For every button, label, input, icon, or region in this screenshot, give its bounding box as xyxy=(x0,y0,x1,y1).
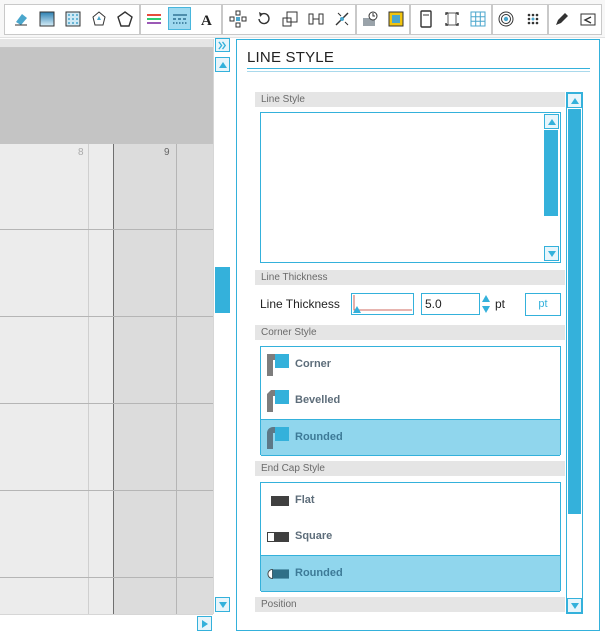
corner-bevel-icon xyxy=(267,390,289,412)
cap-option-flat[interactable]: Flat xyxy=(261,483,560,519)
toolbar-group-view xyxy=(410,4,492,35)
decrease-icon[interactable] xyxy=(482,306,490,313)
cap-option-square[interactable]: Square xyxy=(261,519,560,555)
line-thickness-slider[interactable] xyxy=(351,293,414,315)
canvas-horizontal-scrollbar[interactable] xyxy=(0,614,213,632)
option-label: Square xyxy=(295,530,333,542)
align-icon[interactable] xyxy=(304,7,327,30)
scroll-down-icon[interactable] xyxy=(567,598,582,613)
line-style-scroll-thumb[interactable] xyxy=(544,130,558,216)
section-header-line-style: Line Style xyxy=(255,92,565,107)
line-color-icon[interactable] xyxy=(142,7,165,30)
grid-icon[interactable] xyxy=(466,7,489,30)
panel-title: LINE STYLE xyxy=(247,49,335,66)
canvas-vertical-scrollbar[interactable] xyxy=(213,38,231,614)
line-thickness-label: Line Thickness xyxy=(260,297,340,311)
cap-round-icon xyxy=(267,568,289,580)
corner-option-corner[interactable]: Corner xyxy=(261,347,560,383)
slider-ramp xyxy=(353,295,412,313)
page-setup-icon[interactable] xyxy=(358,7,381,30)
shape-star-icon[interactable] xyxy=(87,7,110,30)
cap-flat-icon xyxy=(271,496,289,506)
corner-style-list: Corner Bevelled Rounded xyxy=(260,346,561,456)
end-cap-style-list: Flat Square Rounded xyxy=(260,482,561,592)
corner-round-icon xyxy=(267,427,289,449)
ruler-number: 8 xyxy=(78,147,84,158)
send-to-cutter-icon[interactable] xyxy=(576,7,599,30)
image-trace-icon[interactable] xyxy=(384,7,407,30)
gradient-fill-icon[interactable] xyxy=(35,7,58,30)
rotate-icon[interactable] xyxy=(252,7,275,30)
increase-icon[interactable] xyxy=(482,295,490,302)
thickness-unit-label: pt xyxy=(495,297,506,311)
corner-option-bevelled[interactable]: Bevelled xyxy=(261,383,560,419)
line-thickness-input[interactable]: 5.0 xyxy=(421,293,480,315)
corner-sharp-icon xyxy=(267,354,289,376)
line-style-panel: LINE STYLE Line Style Line Thickness Lin… xyxy=(236,39,600,631)
toolbar-group-fill xyxy=(4,4,140,35)
toolbar: A xyxy=(0,0,605,38)
option-label: Flat xyxy=(295,494,315,506)
cap-option-rounded[interactable]: Rounded xyxy=(261,555,560,592)
divider xyxy=(247,71,590,72)
text-style-icon[interactable]: A xyxy=(195,7,218,30)
scale-icon[interactable] xyxy=(278,7,301,30)
sketch-pen-icon[interactable] xyxy=(550,7,573,30)
section-header-position[interactable]: Position xyxy=(255,597,565,612)
scroll-down-icon[interactable] xyxy=(544,246,559,261)
unit-toggle-button[interactable]: pt xyxy=(525,293,561,316)
toolbar-group-line: A xyxy=(140,4,222,35)
panel-scrollbar[interactable] xyxy=(566,92,583,614)
scroll-down-icon[interactable] xyxy=(215,597,230,612)
page-frame-icon[interactable] xyxy=(440,7,463,30)
offset-icon[interactable] xyxy=(494,7,517,30)
collapse-panel-icon[interactable] xyxy=(215,38,230,52)
option-label: Rounded xyxy=(295,567,343,579)
cap-square-icon xyxy=(267,532,289,542)
corner-option-rounded[interactable]: Rounded xyxy=(261,419,560,456)
option-label: Bevelled xyxy=(295,394,341,406)
line-style-list[interactable] xyxy=(260,112,561,263)
design-canvas[interactable]: 8 9 xyxy=(0,39,213,614)
option-label: Corner xyxy=(295,358,332,370)
section-header-end-cap-style: End Cap Style xyxy=(255,461,565,476)
scroll-up-icon[interactable] xyxy=(544,114,559,129)
line-style-scrollbar[interactable] xyxy=(543,114,559,261)
line-style-icon[interactable] xyxy=(168,7,191,30)
cutting-mat-page xyxy=(0,144,114,614)
ruler-number: 9 xyxy=(164,147,170,158)
device-portrait-icon[interactable] xyxy=(414,7,437,30)
option-label: Rounded xyxy=(295,431,343,443)
scroll-up-icon[interactable] xyxy=(215,57,230,72)
scroll-right-icon[interactable] xyxy=(197,616,212,631)
toolbar-group-page xyxy=(356,4,410,35)
polygon-icon[interactable] xyxy=(113,7,136,30)
replicate-icon[interactable] xyxy=(226,7,249,30)
toolbar-group-effects xyxy=(492,4,548,35)
section-header-corner-style: Corner Style xyxy=(255,325,565,340)
canvas-scroll-thumb[interactable] xyxy=(215,267,230,313)
toolbar-group-output xyxy=(548,4,602,35)
line-thickness-stepper[interactable] xyxy=(481,293,491,315)
scroll-up-icon[interactable] xyxy=(567,93,582,108)
section-header-line-thickness: Line Thickness xyxy=(255,270,565,285)
dots-icon[interactable] xyxy=(521,7,544,30)
toolbar-group-transform xyxy=(222,4,356,35)
panel-scroll-thumb[interactable] xyxy=(568,109,581,514)
divider xyxy=(247,68,590,69)
transform-icon[interactable] xyxy=(330,7,353,30)
svg-text:A: A xyxy=(201,13,212,28)
pattern-fill-icon[interactable] xyxy=(61,7,84,30)
eraser-icon[interactable] xyxy=(9,7,32,30)
